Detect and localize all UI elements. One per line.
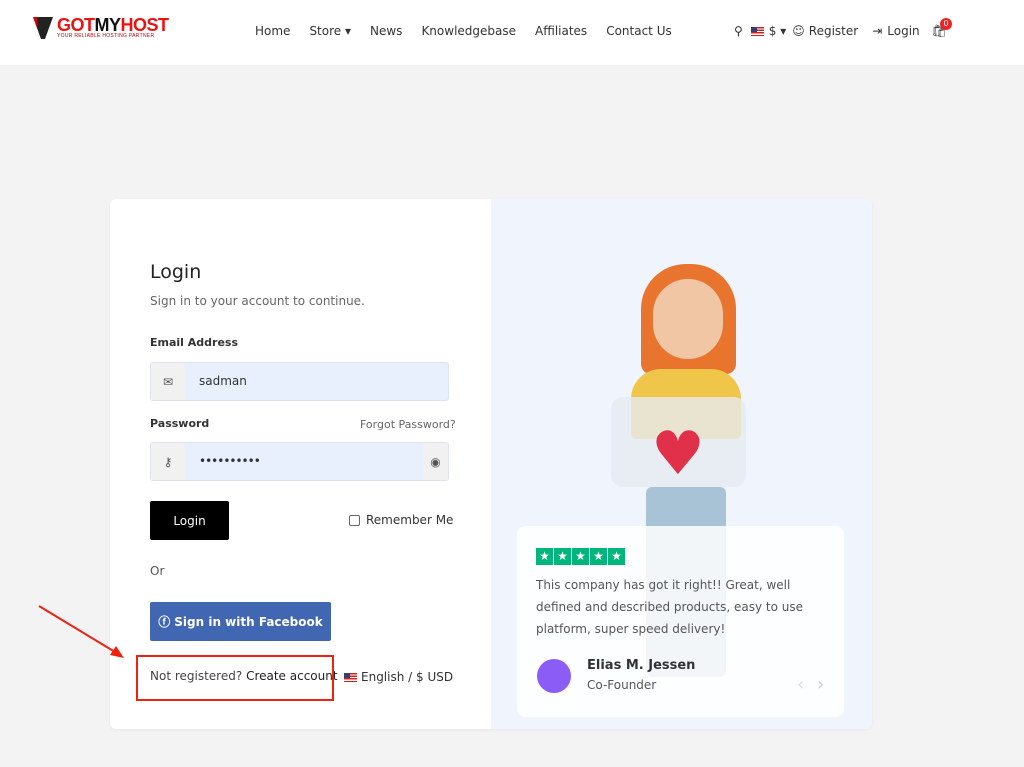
page-title: Login: [150, 261, 202, 283]
nav-knowledgebase[interactable]: Knowledgebase: [421, 24, 516, 38]
page-subtitle: Sign in to your account to continue.: [150, 294, 365, 308]
facebook-label: Sign in with Facebook: [174, 614, 323, 629]
language-selector[interactable]: English / $ USD: [344, 670, 453, 684]
cart-count-badge: 0: [940, 18, 952, 30]
star-icon: ★: [608, 548, 625, 565]
email-label: Email Address: [150, 336, 239, 349]
main-nav: Home Store ▾ News Knowledgebase Affiliat…: [255, 24, 691, 38]
search-icon[interactable]: ⚲: [734, 24, 743, 38]
remember-me[interactable]: Remember Me: [349, 513, 453, 527]
nav-store-label: Store: [309, 24, 342, 38]
password-value: ••••••••••: [199, 454, 261, 468]
register-link[interactable]: Register: [809, 24, 858, 38]
nav-news[interactable]: News: [370, 24, 402, 38]
currency-label: $: [768, 24, 777, 38]
key-icon: ⚷: [151, 443, 185, 480]
star-icon: ★: [536, 548, 553, 565]
prev-arrow-icon[interactable]: ‹: [797, 674, 804, 695]
star-icon: ★: [572, 548, 589, 565]
highlight-box: [136, 655, 334, 701]
envelope-icon: ✉: [151, 363, 185, 400]
nav-contact[interactable]: Contact Us: [606, 24, 672, 38]
remember-checkbox[interactable]: [349, 514, 360, 526]
facebook-icon: ⓕ: [158, 615, 171, 629]
forgot-password-link[interactable]: Forgot Password?: [360, 418, 456, 431]
star-icon: ★: [590, 548, 607, 565]
site-header: GOTMYHOST YOUR RELIABLE HOSTING PARTNER H…: [0, 0, 1024, 65]
star-icon: ★: [554, 548, 571, 565]
reviewer-avatar: [537, 659, 571, 693]
email-field[interactable]: ✉ sadman: [150, 362, 449, 401]
password-field[interactable]: ⚷ •••••••••• ◉: [150, 442, 449, 481]
login-link[interactable]: Login: [887, 24, 919, 38]
reviewer-name: Elias M. Jessen: [587, 658, 696, 673]
language-label: English / $ USD: [361, 670, 454, 684]
review-text: This company has got it right!! Great, w…: [536, 578, 803, 636]
nav-home[interactable]: Home: [255, 24, 290, 38]
login-button[interactable]: Login: [150, 501, 229, 540]
user-icon: ☺: [792, 24, 805, 38]
nav-affiliates[interactable]: Affiliates: [535, 24, 587, 38]
us-flag-icon: [750, 26, 764, 36]
annotation-arrow-icon: [38, 605, 124, 658]
remember-label: Remember Me: [366, 513, 454, 527]
nav-store[interactable]: Store ▾: [309, 24, 351, 38]
password-label: Password: [150, 417, 210, 430]
eye-icon[interactable]: ◉: [423, 443, 448, 480]
star-rating: ★ ★ ★ ★ ★: [536, 548, 625, 565]
facebook-signin-button[interactable]: ⓕ Sign in with Facebook: [150, 602, 331, 641]
login-card: Login Sign in to your account to continu…: [110, 199, 872, 729]
next-arrow-icon[interactable]: ›: [817, 674, 824, 695]
email-value: sadman: [199, 374, 247, 388]
testimonial-card: ★ ★ ★ ★ ★ This company has got it right!! Gr…: [517, 526, 844, 717]
login-icon: ⇥: [872, 24, 883, 38]
us-flag-icon: [344, 672, 357, 682]
reviewer-role: Co-Founder: [587, 678, 657, 692]
or-divider: Or: [150, 564, 165, 578]
currency-select[interactable]: $ ▾: [769, 24, 786, 38]
